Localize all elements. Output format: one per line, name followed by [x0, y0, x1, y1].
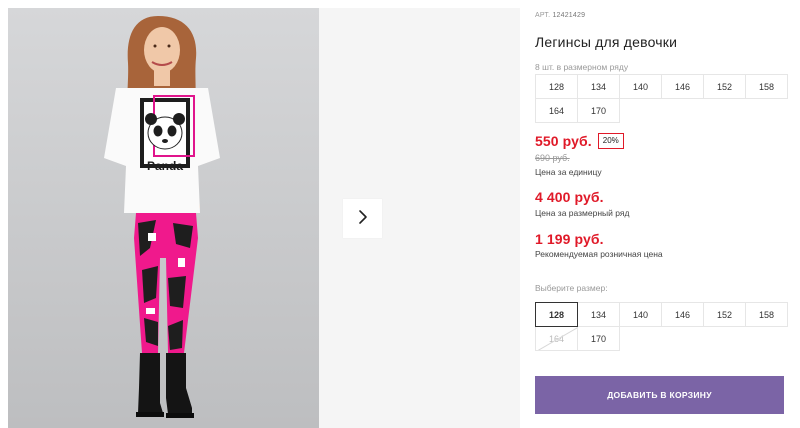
add-to-cart-button[interactable]: ДОБАВИТЬ В КОРЗИНУ — [535, 376, 784, 414]
rrp-price: 1 199 руб. — [535, 231, 604, 247]
unit-price: 550 руб. — [535, 133, 592, 149]
size-row-item: 128 — [535, 74, 578, 99]
rrp-price-label: Рекомендуемая розничная цена — [535, 249, 663, 259]
size-row-grid: 128 134 140 146 152 158 164 170 — [535, 74, 788, 123]
row-price: 4 400 руб. — [535, 189, 604, 205]
product-photo[interactable]: Panda — [8, 8, 319, 428]
size-row-label: 8 шт. в размерном ряду — [535, 62, 629, 72]
row-price-label: Цена за размерный ряд — [535, 208, 630, 218]
product-page: Panda АРТ. 12421429 Легинсы для девочки … — [0, 0, 800, 428]
discount-badge: 20% — [597, 133, 624, 149]
size-selector: 128 134 140 146 152 158 164 170 — [535, 302, 788, 351]
size-row-item: 164 — [535, 98, 578, 123]
chevron-right-icon — [358, 209, 368, 228]
unit-price-label: Цена за единицу — [535, 167, 602, 177]
size-row-item: 140 — [619, 74, 662, 99]
shirt-print-text: Panda — [147, 159, 183, 173]
size-option-152[interactable]: 152 — [703, 302, 746, 327]
article-label: АРТ. — [535, 12, 551, 19]
model-illustration: Panda — [104, 16, 220, 418]
product-info: АРТ. 12421429 Легинсы для девочки 8 шт. … — [535, 0, 790, 428]
article-value: 12421429 — [552, 12, 586, 19]
product-gallery: Panda — [0, 8, 520, 428]
size-row-item: 158 — [745, 74, 788, 99]
size-option-164: 164 — [535, 326, 578, 351]
size-option-140[interactable]: 140 — [619, 302, 662, 327]
size-row-item: 170 — [577, 98, 620, 123]
article-number: АРТ. 12421429 — [535, 12, 585, 19]
size-select-label: Выберите размер: — [535, 283, 608, 293]
size-row-item: 152 — [703, 74, 746, 99]
size-row-item: 134 — [577, 74, 620, 99]
size-option-170[interactable]: 170 — [577, 326, 620, 351]
size-option-158[interactable]: 158 — [745, 302, 788, 327]
size-option-128[interactable]: 128 — [535, 302, 578, 327]
unit-price-block: 550 руб. 20% — [535, 133, 624, 149]
old-price: 690 руб. — [535, 153, 570, 163]
size-option-134[interactable]: 134 — [577, 302, 620, 327]
product-title: Легинсы для девочки — [535, 34, 678, 50]
gallery-next-button[interactable] — [343, 199, 382, 238]
size-row-item: 146 — [661, 74, 704, 99]
size-option-146[interactable]: 146 — [661, 302, 704, 327]
